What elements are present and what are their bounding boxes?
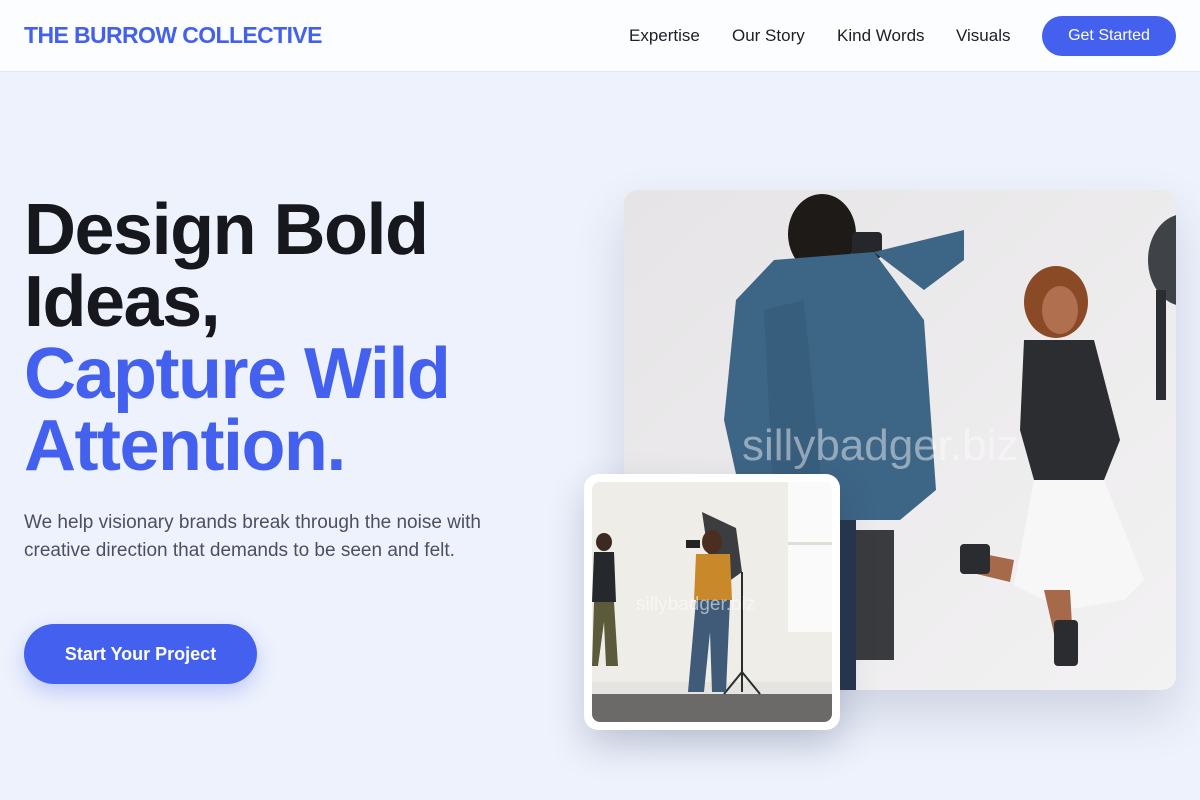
nav-link-visuals[interactable]: Visuals	[956, 26, 1011, 46]
start-project-button[interactable]: Start Your Project	[24, 624, 257, 684]
get-started-button[interactable]: Get Started	[1042, 16, 1176, 56]
headline-line-1: Design Bold	[24, 190, 429, 270]
hero-photo-small-frame: sillybadger.biz	[584, 474, 840, 730]
headline-line-3: Capture Wild	[24, 334, 451, 414]
nav-link-kind-words[interactable]: Kind Words	[837, 26, 925, 46]
hero-photo-small: sillybadger.biz	[592, 482, 832, 722]
headline-line-2: Ideas,	[24, 262, 221, 342]
main-photo-watermark: sillybadger.biz	[742, 421, 1018, 470]
hero-description: We help visionary brands break through t…	[24, 512, 481, 561]
small-photo-watermark: sillybadger.biz	[636, 594, 755, 615]
nav-link-expertise[interactable]: Expertise	[629, 26, 700, 46]
nav-link-our-story[interactable]: Our Story	[732, 26, 805, 46]
site-header: THE BURROW COLLECTIVE Expertise Our Stor…	[0, 0, 1200, 72]
brand-logo[interactable]: THE BURROW COLLECTIVE	[24, 22, 322, 49]
photo-studio-shoot: sillybadger.biz	[592, 482, 832, 722]
hero-headline: Design Bold Ideas, Capture Wild Attentio…	[24, 194, 564, 482]
headline-line-4: Attention.	[24, 406, 346, 486]
